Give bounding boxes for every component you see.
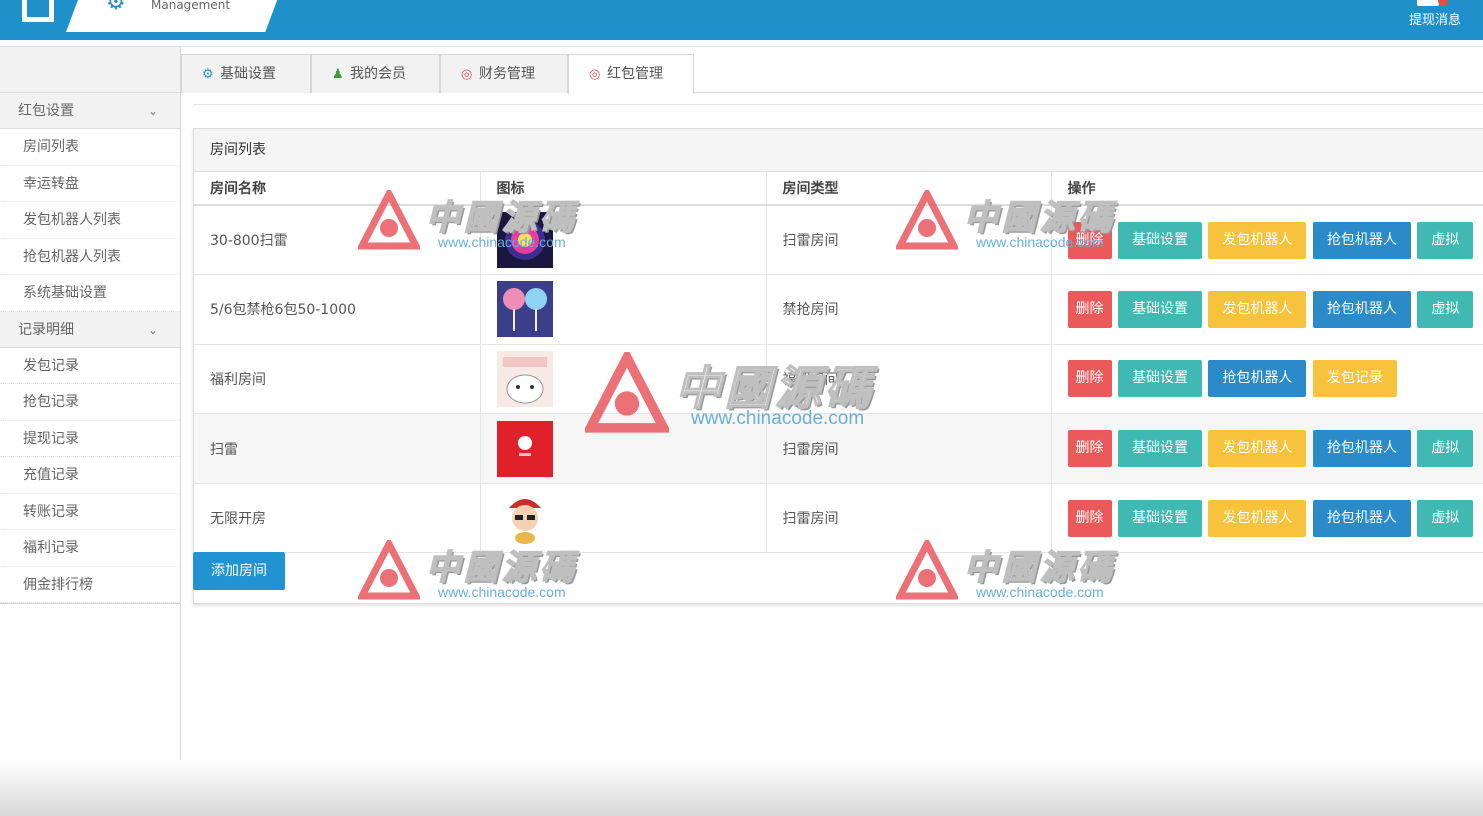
sidebar-item-send-bot-list[interactable]: 发包机器人列表 [0,202,180,239]
basic-settings-button[interactable]: 基础设置 [1117,360,1202,398]
table-row: 30-800扫雷 扫雷房间 删除 基础设置 发包机器人 抢包机器人 虚拟 [194,205,1483,276]
user-icon: ♟ [332,67,344,82]
room-type: 扫雷房间 [766,205,1052,276]
sidebar-item-send-records[interactable]: 发包记录 [0,348,180,384]
delete-button[interactable]: 删除 [1067,290,1112,328]
send-bot-button[interactable]: 发包机器人 [1208,290,1307,328]
sidebar-item-withdraw-records[interactable]: 提现记录 [0,421,180,457]
virtual-button[interactable]: 虚拟 [1417,430,1474,468]
divider [0,603,180,604]
grab-bot-button[interactable]: 抢包机器人 [1312,221,1411,259]
divider [193,104,1483,105]
sidebar-section-records[interactable]: 记录明细 ⌄ [0,311,180,348]
sidebar-item-recharge-records[interactable]: 充值记录 [0,457,180,494]
sidebar-item-grab-records[interactable]: 抢包记录 [0,384,180,421]
virtual-button[interactable]: 虚拟 [1417,499,1474,537]
room-type: 禁抢房间 [766,274,1052,345]
room-type: 扫雷房间 [766,413,1052,484]
tab-label: 我的会员 [350,66,406,82]
main-tabs: ⚙ 基础设置 ♟ 我的会员 ◎ 财务管理 ◎ 红包管理 [181,54,1483,94]
delete-button[interactable]: 删除 [1067,430,1112,468]
table-row: 5/6包禁枪6包50-1000 禁抢房间 删除 基础设置 发包机器人 抢包机器人… [194,274,1483,345]
logo-icon [22,0,54,22]
chevron-down-icon: ⌄ [147,322,158,337]
notification-badge [1438,0,1448,6]
gear-icon: ⚙ [202,67,214,82]
table-row: 扫雷 扫雷房间 删除 基础设置 发包机器人 抢包机器人 虚拟 [194,413,1483,484]
basic-settings-button[interactable]: 基础设置 [1117,290,1202,328]
send-bot-button[interactable]: 发包机器人 [1208,499,1307,537]
column-header: 房间类型 [766,172,1052,206]
sidebar-item-grab-bot-list[interactable]: 抢包机器人列表 [0,239,180,275]
add-room-button[interactable]: 添加房间 [193,552,285,590]
grab-bot-button[interactable]: 抢包机器人 [1312,499,1411,537]
panel-title: 房间列表 [194,129,1483,172]
table-row: 福利房间 福利房间 删除 基础设置 抢包机器人 发包记录 [194,344,1483,415]
redbag-icon [496,420,553,477]
basic-settings-button[interactable]: 基础设置 [1117,499,1202,537]
finance-icon: ◎ [461,67,473,82]
room-list-panel: 房间列表 房间名称 图标 房间类型 操作 30-800扫雷 扫雷房间 删除 基础… [193,128,1483,604]
section-title: 记录明细 [18,321,74,338]
withdraw-notification[interactable]: 提现消息 [1405,0,1465,40]
sidebar-section-redpacket[interactable]: 红包设置 ⌄ [0,93,180,129]
sidebar-item-system-settings[interactable]: 系统基础设置 [0,275,180,312]
divider [0,46,1483,47]
grab-bot-button[interactable]: 抢包机器人 [1312,430,1411,468]
tab-label: 基础设置 [220,66,276,82]
sidebar: 红包设置 ⌄ 房间列表 幸运转盘 发包机器人列表 抢包机器人列表 系统基础设置 … [0,47,181,816]
sidebar-header [0,47,180,93]
notification-label: 提现消息 [1408,13,1461,28]
column-header: 图标 [480,172,767,206]
lucky-icon [496,212,553,269]
cartoon-icon [496,490,553,547]
virtual-button[interactable]: 虚拟 [1417,221,1474,259]
basic-settings-button[interactable]: 基础设置 [1117,430,1202,468]
chevron-down-icon: ⌄ [147,104,158,118]
delete-button[interactable]: 删除 [1067,360,1112,398]
room-name: 扫雷 [194,413,481,484]
send-records-button[interactable]: 发包记录 [1312,360,1397,398]
grab-bot-button[interactable]: 抢包机器人 [1208,360,1307,398]
room-name: 无限开房 [194,483,481,554]
table-header-row: 房间名称 图标 房间类型 操作 [194,172,1483,206]
delete-button[interactable]: 删除 [1067,499,1112,537]
tab-my-members[interactable]: ♟ 我的会员 [311,54,440,93]
lollipop-icon [496,281,553,338]
send-bot-button[interactable]: 发包机器人 [1208,430,1307,468]
delete-button[interactable]: 删除 [1067,221,1112,259]
table-row: 无限开房 扫雷房间 删除 基础设置 发包机器人 抢包机器人 虚拟 [194,483,1483,554]
bottom-shadow [0,760,1483,816]
tab-label: 红包管理 [607,66,663,82]
tab-finance[interactable]: ◎ 财务管理 [440,54,568,93]
sidebar-item-welfare-records[interactable]: 福利记录 [0,530,180,567]
sidebar-item-commission-ranking[interactable]: 佣金排行榜 [0,567,180,603]
tab-redpacket-management[interactable]: ◎ 红包管理 [568,54,694,94]
column-header: 操作 [1051,172,1483,206]
sidebar-item-transfer-records[interactable]: 转账记录 [0,494,180,530]
room-type: 福利房间 [766,344,1052,415]
room-name: 30-800扫雷 [194,205,481,276]
cat-icon [496,350,553,407]
room-table: 房间名称 图标 房间类型 操作 30-800扫雷 扫雷房间 删除 基础设置 发包… [194,172,1483,554]
room-type: 扫雷房间 [766,483,1052,554]
room-name: 5/6包禁枪6包50-1000 [194,274,481,345]
tab-basic-settings[interactable]: ⚙ 基础设置 [181,54,311,93]
top-navbar: ⚙ Management 提现消息 [0,0,1483,40]
basic-settings-button[interactable]: 基础设置 [1117,221,1202,259]
brand-tab: ⚙ Management [66,0,278,32]
column-header: 房间名称 [194,172,481,206]
brand-text: Management [151,0,231,12]
tab-label: 财务管理 [479,66,535,82]
gear-icon: ⚙ [106,0,126,15]
sidebar-item-lucky-wheel[interactable]: 幸运转盘 [0,166,180,202]
virtual-button[interactable]: 虚拟 [1417,290,1474,328]
room-name: 福利房间 [194,344,481,415]
redpacket-icon: ◎ [589,67,601,82]
section-title: 红包设置 [18,103,74,119]
bell-icon [1417,0,1439,6]
grab-bot-button[interactable]: 抢包机器人 [1312,290,1411,328]
send-bot-button[interactable]: 发包机器人 [1208,221,1307,259]
sidebar-item-room-list[interactable]: 房间列表 [0,129,180,166]
